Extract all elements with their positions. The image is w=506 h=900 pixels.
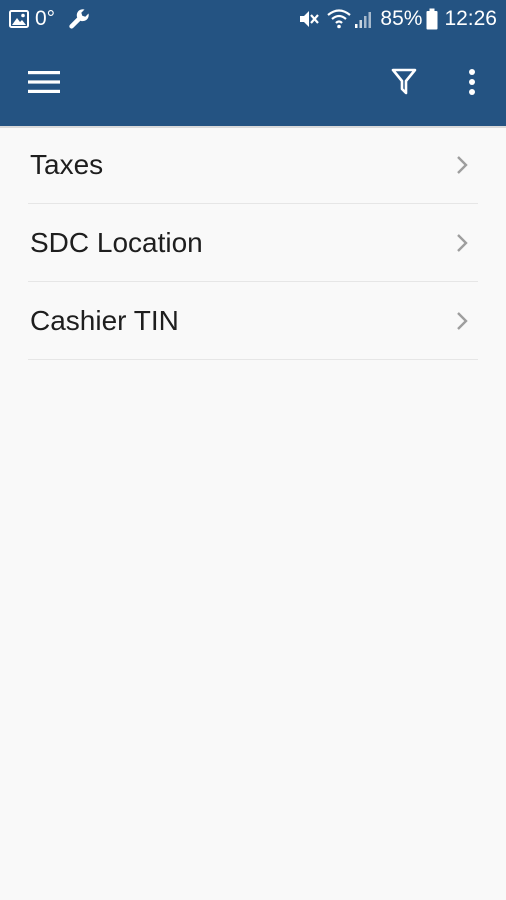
list-item-cashier-tin[interactable]: Cashier TIN: [28, 282, 478, 360]
app-bar: [0, 38, 506, 126]
chevron-right-icon: [456, 233, 468, 253]
filter-button[interactable]: [380, 58, 428, 106]
filter-icon: [391, 68, 417, 96]
list-item-label: Taxes: [30, 148, 104, 180]
chevron-right-icon: [456, 311, 468, 331]
status-bar: 0° 85% 12:26: [0, 0, 506, 38]
status-bar-right: 85% 12:26: [298, 0, 497, 38]
menu-icon: [28, 70, 60, 94]
list-item-sdc-location[interactable]: SDC Location: [28, 204, 478, 282]
wifi-icon: [326, 8, 352, 30]
mute-icon: [298, 8, 320, 30]
signal-icon: [354, 9, 372, 29]
status-bar-left: 0°: [9, 0, 91, 38]
more-vert-icon: [468, 68, 476, 96]
list-item-label: Cashier TIN: [30, 304, 179, 336]
battery-icon: [426, 8, 438, 30]
clock-text: 12:26: [444, 7, 497, 30]
list-item-taxes[interactable]: Taxes: [28, 126, 478, 204]
settings-list: Taxes SDC Location Cashier TIN: [0, 126, 506, 360]
image-icon: [9, 10, 29, 28]
wrench-icon: [67, 7, 91, 31]
battery-percent-text: 85%: [380, 7, 423, 30]
list-item-label: SDC Location: [30, 226, 203, 258]
temperature-text: 0°: [35, 7, 56, 30]
more-options-button[interactable]: [448, 58, 496, 106]
chevron-right-icon: [456, 155, 468, 175]
menu-button[interactable]: [20, 58, 68, 106]
